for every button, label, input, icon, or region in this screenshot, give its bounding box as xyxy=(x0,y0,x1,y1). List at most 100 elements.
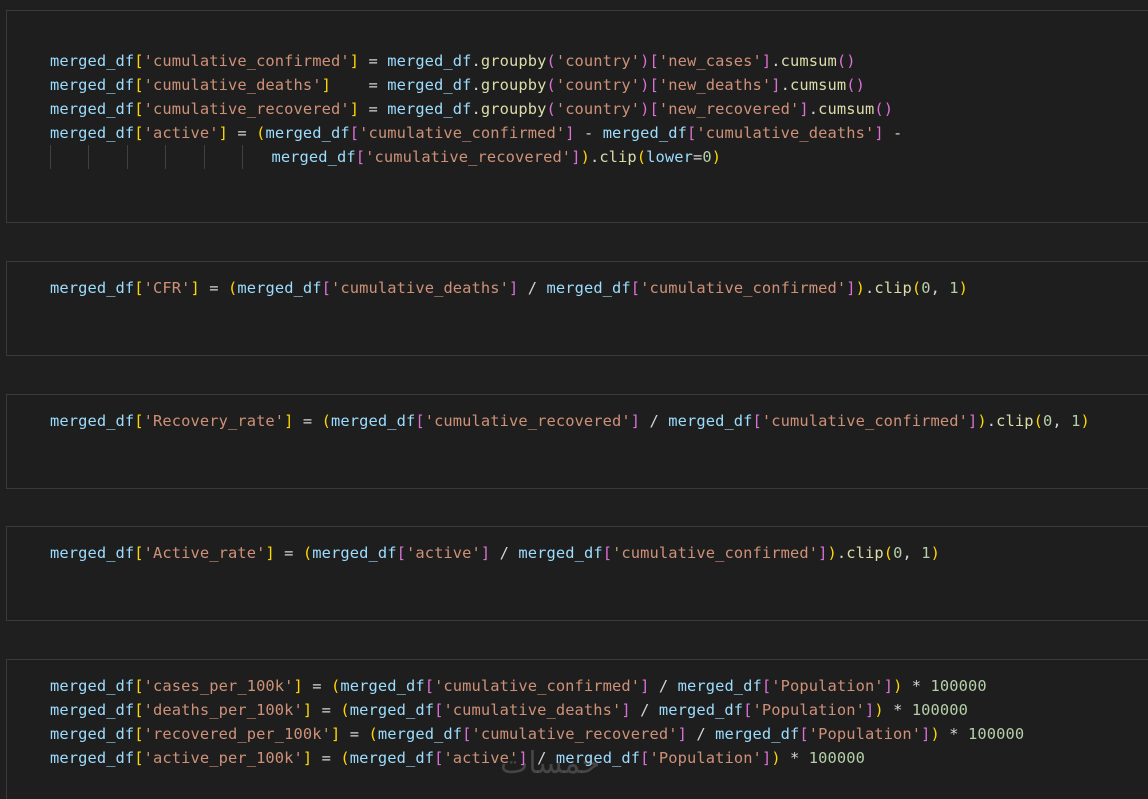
code-token: merged_df xyxy=(518,544,603,562)
code-token: 'cumulative_confirmed' xyxy=(612,544,819,562)
code-token: / xyxy=(527,749,556,767)
code-token: ) xyxy=(1080,412,1090,430)
code-editor-4[interactable]: merged_df['Active_rate'] = (merged_df['a… xyxy=(50,541,940,565)
code-token: ( xyxy=(340,749,350,767)
code-token: ] xyxy=(218,124,228,142)
code-token: [ xyxy=(134,100,144,118)
code-token: [ xyxy=(462,725,472,743)
code-token: ) xyxy=(771,749,781,767)
code-token: ] xyxy=(621,701,631,719)
code-token: ) xyxy=(855,279,865,297)
code-token: = xyxy=(274,544,303,562)
code-token: ) xyxy=(640,100,650,118)
code-token: = xyxy=(302,677,332,695)
code-token: [ xyxy=(349,124,360,142)
code-token: [ xyxy=(743,701,753,719)
code-token: , xyxy=(1052,412,1072,430)
code-cell-4[interactable]: merged_df['Active_rate'] = (merged_df['a… xyxy=(6,526,1148,621)
code-token: 100000 xyxy=(930,677,987,695)
code-token: , xyxy=(902,544,922,562)
code-token: ] xyxy=(761,52,772,70)
code-token: 'deaths_per_100k' xyxy=(143,701,303,719)
code-cell-2[interactable]: merged_df['CFR'] = (merged_df['cumulativ… xyxy=(6,261,1148,356)
code-token: ( xyxy=(911,279,922,297)
code-token: 1 xyxy=(949,279,959,297)
code-token: 'cumulative_confirmed' xyxy=(359,124,566,142)
code-token: 'Population' xyxy=(771,677,884,695)
code-token: groupby xyxy=(480,100,547,118)
code-token: merged_df xyxy=(677,677,762,695)
code-token: 0 xyxy=(1042,412,1053,430)
code-token: merged_df xyxy=(658,701,744,719)
code-token: groupby xyxy=(480,76,547,94)
code-token: [ xyxy=(799,725,809,743)
code-token: * xyxy=(902,677,931,695)
code-token: ( xyxy=(546,52,556,70)
code-token: [ xyxy=(415,412,425,430)
code-line: merged_df['cumulative_confirmed'] = merg… xyxy=(50,49,902,73)
code-token: clip xyxy=(996,412,1034,430)
code-token: . xyxy=(986,412,997,430)
code-token: ] xyxy=(302,701,313,719)
code-token: = xyxy=(312,749,341,767)
code-token: 100000 xyxy=(968,725,1025,743)
code-editor-1[interactable]: merged_df['cumulative_confirmed'] = merg… xyxy=(50,49,902,169)
code-token: merged_df xyxy=(50,544,135,562)
code-token: ] xyxy=(480,544,491,562)
code-token: merged_df xyxy=(50,124,135,142)
code-line: merged_df['active_per_100k'] = (merged_d… xyxy=(50,746,1024,770)
code-token: 'cumulative_confirmed' xyxy=(434,677,641,695)
code-token: 'cumulative_confirmed' xyxy=(640,279,847,297)
code-token: ] xyxy=(967,412,978,430)
code-token: 'cumulative_recovered' xyxy=(143,100,350,118)
code-token: merged_df xyxy=(602,124,687,142)
code-token: 'cumulative_deaths' xyxy=(696,124,875,142)
code-token: ] xyxy=(818,544,828,562)
code-token: ] xyxy=(921,725,931,743)
code-token: merged_df xyxy=(555,749,641,767)
code-token: [ xyxy=(134,725,144,743)
code-token: ] xyxy=(284,412,294,430)
code-token: 'Population' xyxy=(808,725,922,743)
code-editor-2[interactable]: merged_df['CFR'] = (merged_df['cumulativ… xyxy=(50,276,968,300)
code-line: merged_df['Recovery_rate'] = (merged_df[… xyxy=(50,409,1090,433)
code-token: lower xyxy=(646,148,693,166)
code-line: merged_df['deaths_per_100k'] = (merged_d… xyxy=(50,698,1024,722)
code-token: [ xyxy=(134,52,144,70)
code-token: 'Recovery_rate' xyxy=(143,412,285,430)
code-token: merged_df xyxy=(546,279,631,297)
code-token: [ xyxy=(649,76,659,94)
code-token: ] xyxy=(571,148,581,166)
code-token: [ xyxy=(649,52,659,70)
code-token: [ xyxy=(424,677,435,695)
code-token: ] xyxy=(331,725,341,743)
code-token: ( xyxy=(1033,412,1043,430)
code-token: , xyxy=(930,279,950,297)
code-token: ] xyxy=(874,124,884,142)
code-token: ] xyxy=(771,76,781,94)
code-token: ] xyxy=(864,701,875,719)
code-token: ( xyxy=(546,76,556,94)
code-token: * xyxy=(780,749,809,767)
code-cell-3[interactable]: merged_df['Recovery_rate'] = (merged_df[… xyxy=(6,394,1148,489)
code-token: [ xyxy=(134,124,144,142)
code-editor-5[interactable]: merged_df['cases_per_100k'] = (merged_df… xyxy=(50,674,1024,770)
code-token: 'Population' xyxy=(752,701,865,719)
code-token: / xyxy=(686,725,716,743)
code-token: [ xyxy=(752,412,762,430)
code-token: ) xyxy=(930,725,940,743)
code-token: [ xyxy=(321,279,332,297)
code-cell-5[interactable]: merged_df['cases_per_100k'] = (merged_df… xyxy=(6,659,1148,799)
code-token: [ xyxy=(602,544,613,562)
code-token: ] xyxy=(761,749,772,767)
code-token: 'active' xyxy=(143,124,219,142)
code-token: 0 xyxy=(702,148,712,166)
code-token: / xyxy=(649,677,678,695)
code-token: . xyxy=(471,100,481,118)
code-token: . xyxy=(864,279,875,297)
code-editor-3[interactable]: merged_df['Recovery_rate'] = (merged_df[… xyxy=(50,409,1090,433)
code-token: * xyxy=(939,725,969,743)
code-line: merged_df['CFR'] = (merged_df['cumulativ… xyxy=(50,276,968,300)
code-cell-1[interactable]: merged_df['cumulative_confirmed'] = merg… xyxy=(6,10,1148,223)
